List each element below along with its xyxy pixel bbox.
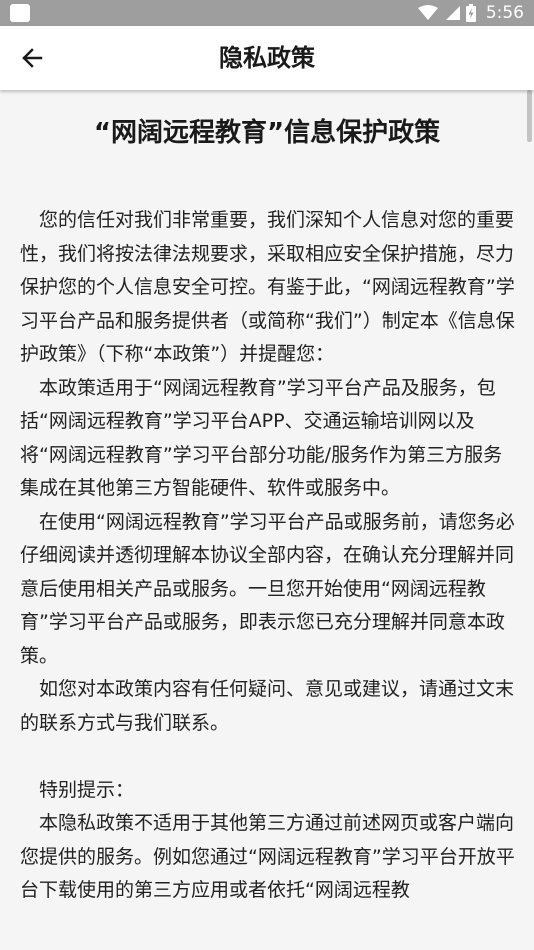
paragraph-scope: 本政策适用于“网阔远程教育”学习平台产品及服务，包括“网阔远程教育”学习平台AP… (20, 376, 503, 500)
document-title: “网阔远程教育”信息保护政策 (93, 118, 441, 148)
notification-app-icon (10, 4, 30, 22)
app-bar: 隐私政策 (0, 26, 534, 90)
paragraph-read-first: 在使用“网阔远程教育”学习平台产品或服务前，请您务必仔细阅读并透彻理解本协议全部… (20, 510, 515, 667)
document-body: 您的信任对我们非常重要，我们深知个人信息对您的重要性，我们将按法律法规要求，采取… (20, 204, 516, 908)
back-button[interactable] (10, 36, 54, 80)
paragraph-intro: 您的信任对我们非常重要，我们深知个人信息对您的重要性，我们将按法律法规要求，采取… (20, 209, 515, 365)
arrow-left-icon (22, 48, 43, 68)
status-bar: 5:56 (0, 0, 534, 26)
paragraph-third-party: 本隐私政策不适用于其他第三方通过前述网页或客户端向您提供的服务。例如您通过“网阔… (20, 812, 515, 901)
wifi-icon (417, 5, 438, 20)
cellular-signal-icon (445, 6, 460, 20)
status-indicators: 5:56 (417, 0, 524, 26)
paragraph-spacer (20, 740, 516, 774)
status-time: 5:56 (485, 3, 524, 23)
special-notice-heading: 特别提示： (39, 778, 135, 801)
battery-icon (465, 4, 476, 22)
policy-content-scroll[interactable]: “网阔远程教育”信息保护政策 您的信任对我们非常重要，我们深知个人信息对您的重要… (0, 90, 534, 950)
paragraph-contact: 如您对本政策内容有任何疑问、意见或建议，请通过文末的联系方式与我们联系。 (20, 678, 515, 734)
page-title: 隐私政策 (219, 44, 315, 72)
